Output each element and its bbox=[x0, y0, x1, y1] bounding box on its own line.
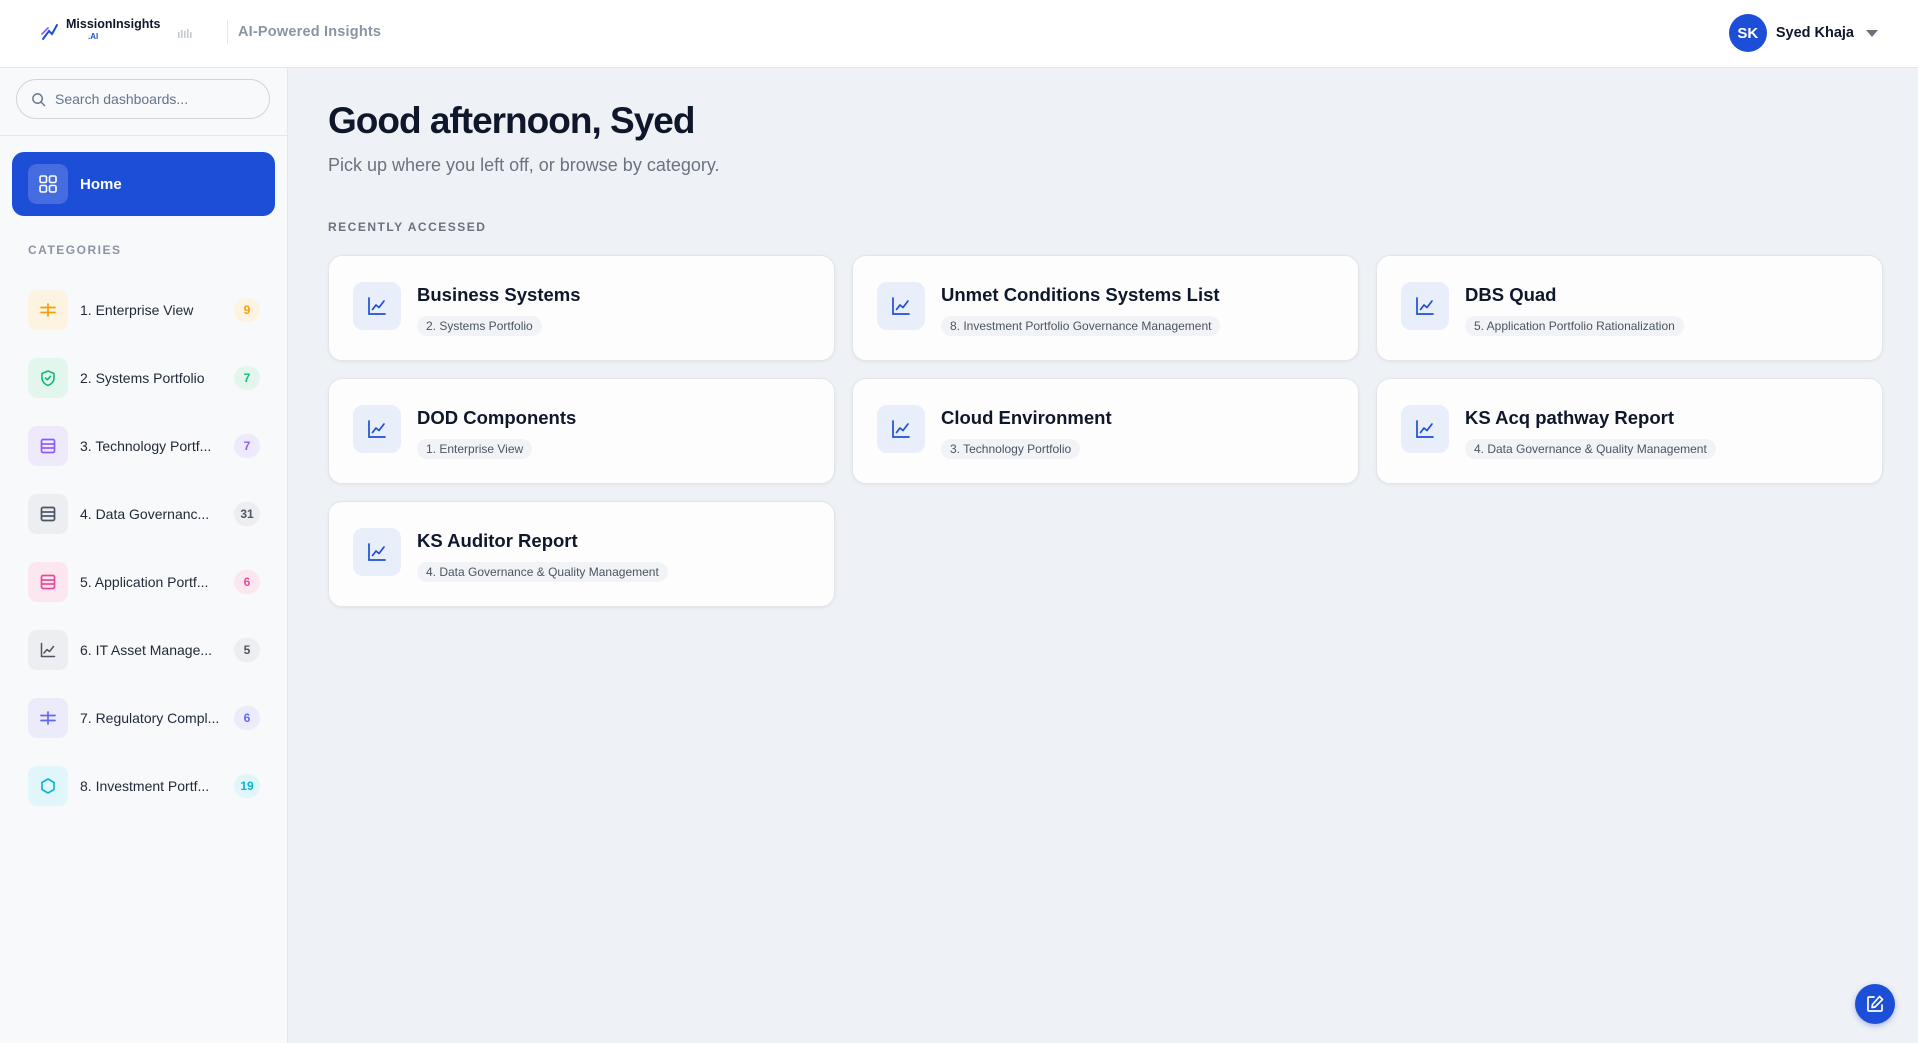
sidebar-category-item[interactable]: 5. Application Portf... 6 bbox=[28, 548, 260, 616]
category-label: 3. Technology Portf... bbox=[80, 438, 212, 454]
sidebar-item-label: Home bbox=[80, 175, 122, 193]
count-badge: 7 bbox=[234, 434, 260, 458]
chart-line-icon bbox=[1401, 405, 1449, 453]
section-heading-recent: RECENTLY ACCESSED bbox=[328, 220, 487, 234]
grid-icon bbox=[28, 164, 68, 204]
category-label: 2. Systems Portfolio bbox=[80, 370, 205, 386]
sidebar-category-item[interactable]: 7. Regulatory Compl... 6 bbox=[28, 684, 260, 752]
card-title: DBS Quad bbox=[1465, 284, 1557, 305]
categories-heading: CATEGORIES bbox=[28, 243, 122, 257]
chart-line-icon bbox=[877, 282, 925, 330]
sidebar-category-item[interactable]: 1. Enterprise View 9 bbox=[28, 276, 260, 344]
count-badge: 5 bbox=[234, 638, 260, 662]
dashboard-card[interactable]: KS Auditor Report 4. Data Governance & Qu… bbox=[328, 501, 835, 607]
count-badge: 6 bbox=[234, 570, 260, 594]
category-tag: 3. Technology Portfolio bbox=[941, 439, 1081, 459]
dashboard-card[interactable]: KS Acq pathway Report 4. Data Governance … bbox=[1376, 378, 1883, 484]
card-title: Cloud Environment bbox=[941, 407, 1112, 428]
sidebar: Home CATEGORIES 1. Enterprise View 9 2. Sy… bbox=[0, 68, 288, 1043]
search-input[interactable] bbox=[55, 91, 255, 107]
card-title: DOD Components bbox=[417, 407, 577, 428]
sliders-icon bbox=[28, 698, 68, 738]
sidebar-category-item[interactable]: 2. Systems Portfolio 7 bbox=[28, 344, 260, 412]
dashboard-card[interactable]: Business Systems 2. Systems Portfolio bbox=[328, 255, 835, 361]
logo-subtitle: .AI bbox=[88, 31, 99, 41]
category-tag: 1. Enterprise View bbox=[417, 439, 533, 459]
dashboard-card[interactable]: DOD Components 1. Enterprise View bbox=[328, 378, 835, 484]
chart-line-icon bbox=[353, 405, 401, 453]
card-title: Business Systems bbox=[417, 284, 581, 305]
count-badge: 31 bbox=[234, 502, 260, 526]
database-icon bbox=[28, 426, 68, 466]
avatar: SK bbox=[1728, 14, 1767, 52]
shield-icon bbox=[28, 358, 68, 398]
sidebar-category-item[interactable]: 3. Technology Portf... 7 bbox=[28, 412, 260, 480]
user-name: Syed Khaja bbox=[1775, 25, 1854, 41]
app-tagline: AI-Powered Insights bbox=[238, 24, 382, 40]
user-menu[interactable]: SK Syed Khaja bbox=[1728, 14, 1878, 52]
card-title: KS Acq pathway Report bbox=[1465, 407, 1675, 428]
category-label: 7. Regulatory Compl... bbox=[80, 710, 220, 726]
sidebar-category-item[interactable]: 8. Investment Portf... 19 bbox=[28, 752, 260, 820]
category-tag: 5. Application Portfolio Rationalization bbox=[1465, 316, 1684, 336]
database-icon bbox=[28, 494, 68, 534]
database-icon bbox=[28, 562, 68, 602]
dashboard-card[interactable]: DBS Quad 5. Application Portfolio Rationa… bbox=[1376, 255, 1883, 361]
sliders-icon bbox=[28, 290, 68, 330]
sidebar-item-home[interactable]: Home bbox=[12, 152, 275, 216]
header-divider bbox=[227, 20, 228, 44]
count-badge: 9 bbox=[234, 298, 260, 322]
chart-line-icon bbox=[353, 282, 401, 330]
category-label: 1. Enterprise View bbox=[80, 302, 194, 318]
hexagon-icon bbox=[28, 766, 68, 806]
logo-mark-icon bbox=[41, 24, 58, 40]
logo-title: MissionInsights bbox=[66, 17, 161, 31]
edit-button[interactable] bbox=[1855, 984, 1895, 1024]
chart-line-icon bbox=[28, 630, 68, 670]
count-badge: 7 bbox=[234, 366, 260, 390]
category-label: 5. Application Portf... bbox=[80, 574, 209, 590]
search-icon bbox=[32, 92, 46, 106]
count-badge: 6 bbox=[234, 706, 260, 730]
category-list: 1. Enterprise View 9 2. Systems Portfolio 7… bbox=[28, 276, 260, 820]
category-tag: 4. Data Governance & Quality Management bbox=[1465, 439, 1716, 459]
category-tag: 4. Data Governance & Quality Management bbox=[417, 562, 668, 582]
category-label: 6. IT Asset Manage... bbox=[80, 642, 213, 658]
sidebar-category-item[interactable]: 6. IT Asset Manage... 5 bbox=[28, 616, 260, 684]
sidebar-divider bbox=[0, 135, 288, 136]
count-badge: 19 bbox=[234, 774, 260, 798]
search-box bbox=[16, 79, 270, 119]
dashboard-card[interactable]: Cloud Environment 3. Technology Portfolio bbox=[852, 378, 1359, 484]
sidebar-category-item[interactable]: 4. Data Governanc... 31 bbox=[28, 480, 260, 548]
chart-line-icon bbox=[1401, 282, 1449, 330]
chart-line-icon bbox=[353, 528, 401, 576]
card-title: Unmet Conditions Systems List bbox=[941, 284, 1220, 305]
chevron-down-icon bbox=[1866, 29, 1878, 37]
equalizer-icon bbox=[178, 29, 192, 38]
category-label: 4. Data Governanc... bbox=[80, 506, 210, 522]
edit-icon bbox=[1867, 995, 1884, 1012]
chart-line-icon bbox=[877, 405, 925, 453]
page-title: Good afternoon, Syed bbox=[328, 100, 695, 141]
top-bar: MissionInsights .AI AI-Powered Insights … bbox=[0, 0, 1918, 68]
page-subtitle: Pick up where you left off, or browse by… bbox=[328, 155, 720, 175]
category-tag: 8. Investment Portfolio Governance Manag… bbox=[941, 316, 1221, 336]
dashboard-card[interactable]: Unmet Conditions Systems List 8. Investme… bbox=[852, 255, 1359, 361]
app-logo[interactable]: MissionInsights .AI bbox=[40, 18, 160, 42]
card-title: KS Auditor Report bbox=[417, 530, 578, 551]
category-tag: 2. Systems Portfolio bbox=[417, 316, 542, 336]
category-label: 8. Investment Portf... bbox=[80, 778, 210, 794]
